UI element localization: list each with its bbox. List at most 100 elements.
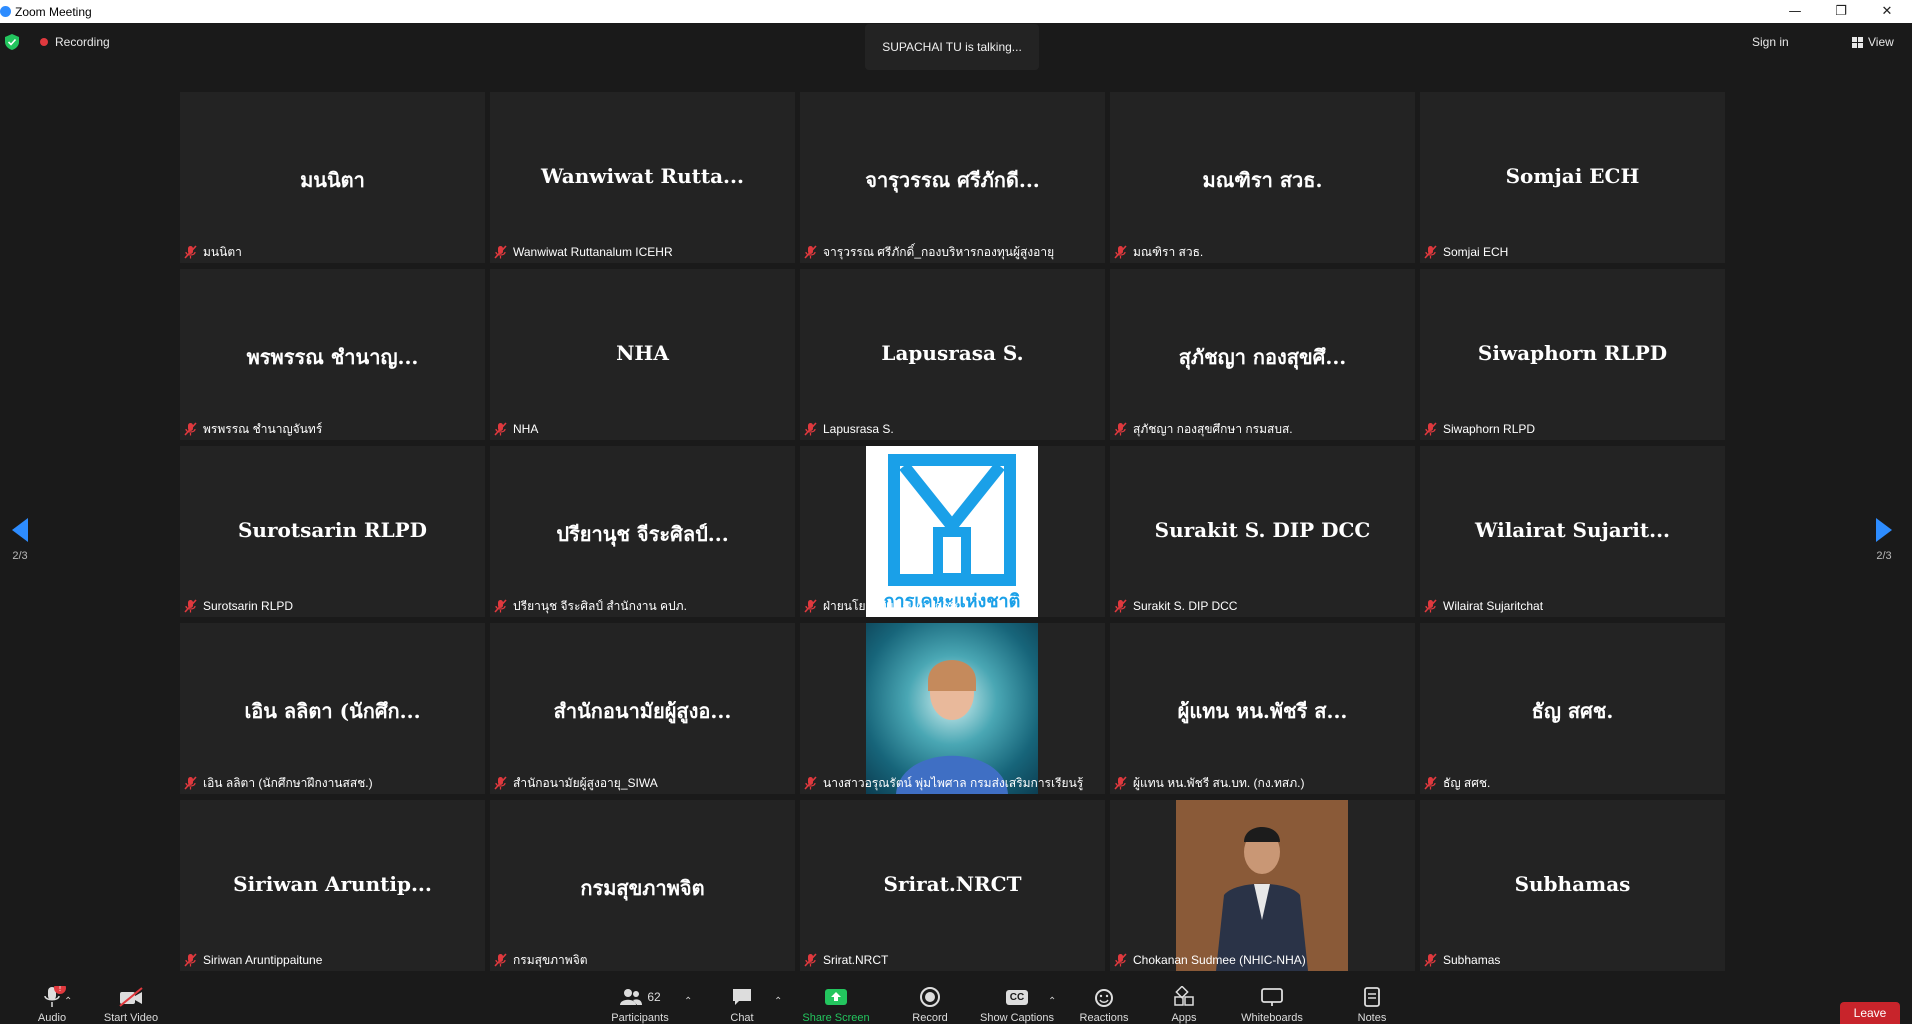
close-button[interactable]: ✕ (1864, 0, 1910, 23)
participant-name-footer: Siriwan Aruntippaitune (184, 951, 324, 969)
participant-tile[interactable]: จารุวรรณ ศรีภักดี... จารุวรรณ ศรีภักดิ์_ก… (800, 92, 1105, 263)
muted-microphone-icon (184, 776, 197, 790)
active-speaker-banner: SUPACHAI TU is talking... (865, 24, 1039, 70)
participant-tile[interactable]: ผู้แทน หน.พัชรี ส... ผู้แทน หน.พัชรี สน.บ… (1110, 623, 1415, 794)
participant-name-label: Wanwiwat Ruttanalum ICEHR (513, 245, 673, 259)
security-shield-icon[interactable] (5, 34, 19, 50)
participant-name-footer: Wilairat Sujaritchat (1424, 597, 1545, 615)
muted-microphone-icon (494, 599, 507, 613)
participant-name-footer: มณฑิรา สวธ. (1114, 243, 1205, 261)
captions-caret-icon[interactable]: ⌃ (1048, 996, 1056, 1007)
participant-tile[interactable]: กรมสุขภาพจิต กรมสุขภาพจิต (490, 800, 795, 971)
captions-label: Show Captions (980, 1012, 1054, 1024)
participant-tile[interactable]: สำนักอนามัยผู้สูงอ... สำนักอนามัยผู้สูงอา… (490, 623, 795, 794)
muted-microphone-icon (1114, 776, 1127, 790)
participant-tile[interactable]: มนนิตา มนนิตา (180, 92, 485, 263)
participant-name-label: Lapusrasa S. (823, 422, 894, 436)
participants-button[interactable]: 62 Participants (600, 986, 680, 1024)
share-screen-label: Share Screen (802, 1012, 870, 1024)
participant-tile[interactable]: มณฑิรา สวธ. มณฑิรา สวธ. (1110, 92, 1415, 263)
participant-tile[interactable]: Siriwan Aruntip... Siriwan Aruntippaitune (180, 800, 485, 971)
participant-tile[interactable]: Surotsarin RLPD Surotsarin RLPD (180, 446, 485, 617)
participant-tile[interactable]: Srirat.NRCT Srirat.NRCT (800, 800, 1105, 971)
participant-tile[interactable]: สุภัชญา กองสุขศึ... สุภัชญา กองสุขศึกษา ก… (1110, 269, 1415, 440)
participant-display-name: พรพรรณ ชำนาญ... (246, 345, 419, 369)
minimize-button[interactable]: — (1772, 0, 1818, 23)
participant-name-label: ปรียานุช จีระศิลป์ สำนักงาน คปภ. (513, 598, 687, 613)
muted-microphone-icon (804, 422, 817, 436)
participant-avatar-image (866, 623, 1038, 794)
participant-display-name: ผู้แทน หน.พัชรี ส... (1177, 699, 1348, 723)
start-video-button[interactable]: Start Video (96, 986, 166, 1024)
participant-tile[interactable]: Wanwiwat Rutta... Wanwiwat Ruttanalum ICE… (490, 92, 795, 263)
share-screen-icon (825, 989, 847, 1005)
participant-tile[interactable]: Siwaphorn RLPD Siwaphorn RLPD (1420, 269, 1725, 440)
participant-tile[interactable]: นางสาวอรุณรัตน์ พุ่มไพศาล กรมส่งเสริมการ… (800, 623, 1105, 794)
whiteboards-button[interactable]: Whiteboards (1232, 986, 1312, 1024)
participant-tile[interactable]: การเคหะแห่งชาติ ฝ่ายนโยบายและแผน กคช. (800, 446, 1105, 617)
participant-gallery: มนนิตา มนนิตา Wanwiwat Rutta... Wanwiwat Ru… (180, 92, 1725, 972)
participant-name-footer: Chokanan Sudmee (NHIC-NHA) (1114, 951, 1308, 969)
participant-tile[interactable]: Surakit S. DIP DCC Surakit S. DIP DCC (1110, 446, 1415, 617)
participant-name-footer: Wanwiwat Ruttanalum ICEHR (494, 243, 675, 261)
participant-tile[interactable]: ปรียานุช จีระศิลป์... ปรียานุช จีระศิลป์ … (490, 446, 795, 617)
muted-microphone-icon (494, 776, 507, 790)
participant-tile[interactable]: Wilairat Sujarit... Wilairat Sujaritchat (1420, 446, 1725, 617)
participant-tile[interactable]: Subhamas Subhamas (1420, 800, 1725, 971)
video-off-icon (119, 987, 143, 1007)
participant-name-footer: สุภัชญา กองสุขศึกษา กรมสบส. (1114, 420, 1295, 438)
recording-indicator[interactable]: Recording (30, 32, 110, 52)
muted-microphone-icon (1114, 953, 1127, 967)
participant-tile[interactable]: Chokanan Sudmee (NHIC-NHA) (1110, 800, 1415, 971)
participant-tile[interactable]: Lapusrasa S. Lapusrasa S. (800, 269, 1105, 440)
participant-name-footer: NHA (494, 420, 540, 438)
view-button[interactable]: View (1852, 32, 1894, 52)
chat-button[interactable]: Chat (712, 986, 772, 1024)
participant-tile[interactable]: เอิน ลลิตา (นักศึก... เอิน ลลิตา (นักศึกษ… (180, 623, 485, 794)
participant-tile[interactable]: NHA NHA (490, 269, 795, 440)
page-indicator-left: 2/3 (12, 550, 28, 562)
participant-display-name: สำนักอนามัยผู้สูงอ... (553, 699, 732, 723)
muted-microphone-icon (1424, 599, 1437, 613)
participant-name-footer: สำนักอนามัยผู้สูงอายุ_SIWA (494, 774, 660, 792)
audio-options-caret-icon[interactable]: ⌃ (64, 996, 72, 1007)
previous-page-button[interactable]: 2/3 (0, 516, 40, 574)
participant-tile[interactable]: ธัญ สศช. ธัญ สศช. (1420, 623, 1725, 794)
arrow-right-icon (1876, 518, 1892, 542)
participant-display-name: มณฑิรา สวธ. (1202, 168, 1323, 192)
sign-in-link[interactable]: Sign in (1752, 32, 1789, 52)
audio-button[interactable]: ! Audio (22, 986, 82, 1024)
muted-microphone-icon (1114, 599, 1127, 613)
participant-name-footer: ปรียานุช จีระศิลป์ สำนักงาน คปภ. (494, 597, 689, 615)
apps-button[interactable]: Apps (1154, 986, 1214, 1024)
view-label: View (1868, 35, 1894, 49)
participant-name-label: ธัญ สศช. (1443, 775, 1491, 790)
participant-name-footer: ฝ่ายนโยบายและแผน กคช. (804, 597, 963, 615)
participant-tile[interactable]: พรพรรณ ชำนาญ... พรพรรณ ชำนาญจันทร์ (180, 269, 485, 440)
video-label: Start Video (103, 1012, 159, 1024)
participant-display-name: Siwaphorn RLPD (1477, 341, 1668, 365)
chat-caret-icon[interactable]: ⌃ (774, 996, 782, 1007)
participants-count: 62 (647, 990, 661, 1004)
participant-name-label: ฝ่ายนโยบายและแผน กคช. (823, 598, 962, 613)
participant-name-label: Chokanan Sudmee (NHIC-NHA) (1133, 953, 1306, 967)
restore-button[interactable]: ❐ (1818, 0, 1864, 23)
next-page-button[interactable]: 2/3 (1864, 516, 1904, 574)
share-screen-button[interactable]: Share Screen (796, 986, 876, 1024)
participant-display-name: Subhamas (1514, 872, 1631, 896)
participant-photo-image (1176, 800, 1348, 971)
notes-button[interactable]: Notes (1342, 986, 1402, 1024)
reactions-button[interactable]: Reactions (1074, 986, 1134, 1024)
participant-display-name: Srirat.NRCT (883, 872, 1022, 896)
participant-name-label: สุภัชญา กองสุขศึกษา กรมสบส. (1133, 421, 1293, 436)
leave-button[interactable]: Leave (1840, 1002, 1900, 1024)
participant-name-label: มณฑิรา สวธ. (1133, 244, 1204, 259)
participant-tile[interactable]: Somjai ECH Somjai ECH (1420, 92, 1725, 263)
muted-microphone-icon (804, 953, 817, 967)
record-button[interactable]: Record (900, 986, 960, 1024)
chat-label: Chat (730, 1012, 754, 1024)
apps-icon (1174, 986, 1194, 1006)
participants-caret-icon[interactable]: ⌃ (684, 996, 692, 1007)
participant-display-name: เอิน ลลิตา (นักศึก... (244, 699, 421, 723)
gallery-grid-icon (1852, 36, 1863, 48)
